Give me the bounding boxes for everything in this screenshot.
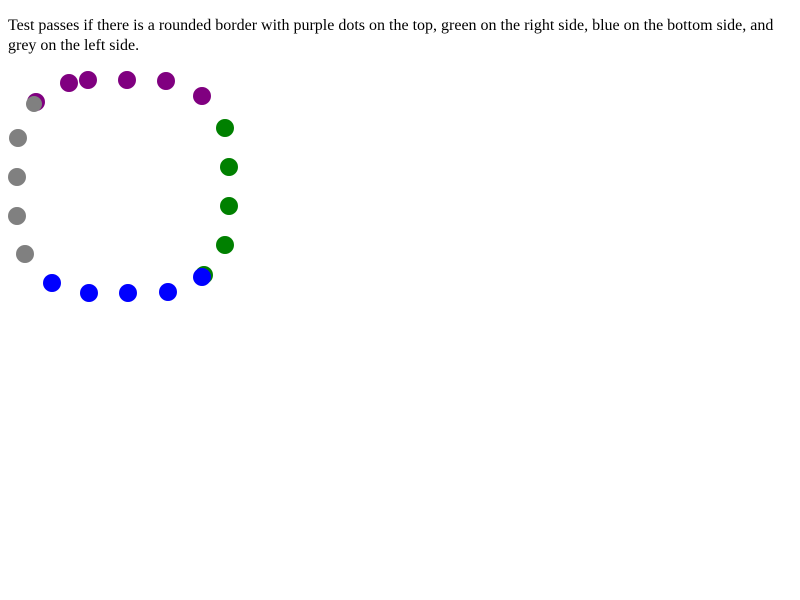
border-dot-bottom [43, 274, 61, 292]
border-dot-left [8, 207, 26, 225]
bottom-border-dots [43, 268, 211, 302]
right-border-dots [195, 119, 238, 284]
border-dot-bottom [193, 268, 211, 286]
border-dot-top [60, 74, 78, 92]
border-dot-top [118, 71, 136, 89]
border-dot-left [26, 96, 42, 112]
border-dot-top [157, 72, 175, 90]
border-dot-right [216, 236, 234, 254]
border-dot-top [193, 87, 211, 105]
border-dot-bottom [159, 283, 177, 301]
left-border-dots [8, 93, 45, 263]
top-border-dots [60, 71, 211, 105]
border-dot-right [216, 119, 234, 137]
border-dot-right [220, 197, 238, 215]
border-dot-top [79, 71, 97, 89]
border-dot-right [220, 158, 238, 176]
border-dot-left [8, 168, 26, 186]
border-dot-left [16, 245, 34, 263]
dotted-border-box [0, 0, 800, 600]
border-dot-bottom [119, 284, 137, 302]
border-dot-left [9, 129, 27, 147]
border-dot-bottom [80, 284, 98, 302]
